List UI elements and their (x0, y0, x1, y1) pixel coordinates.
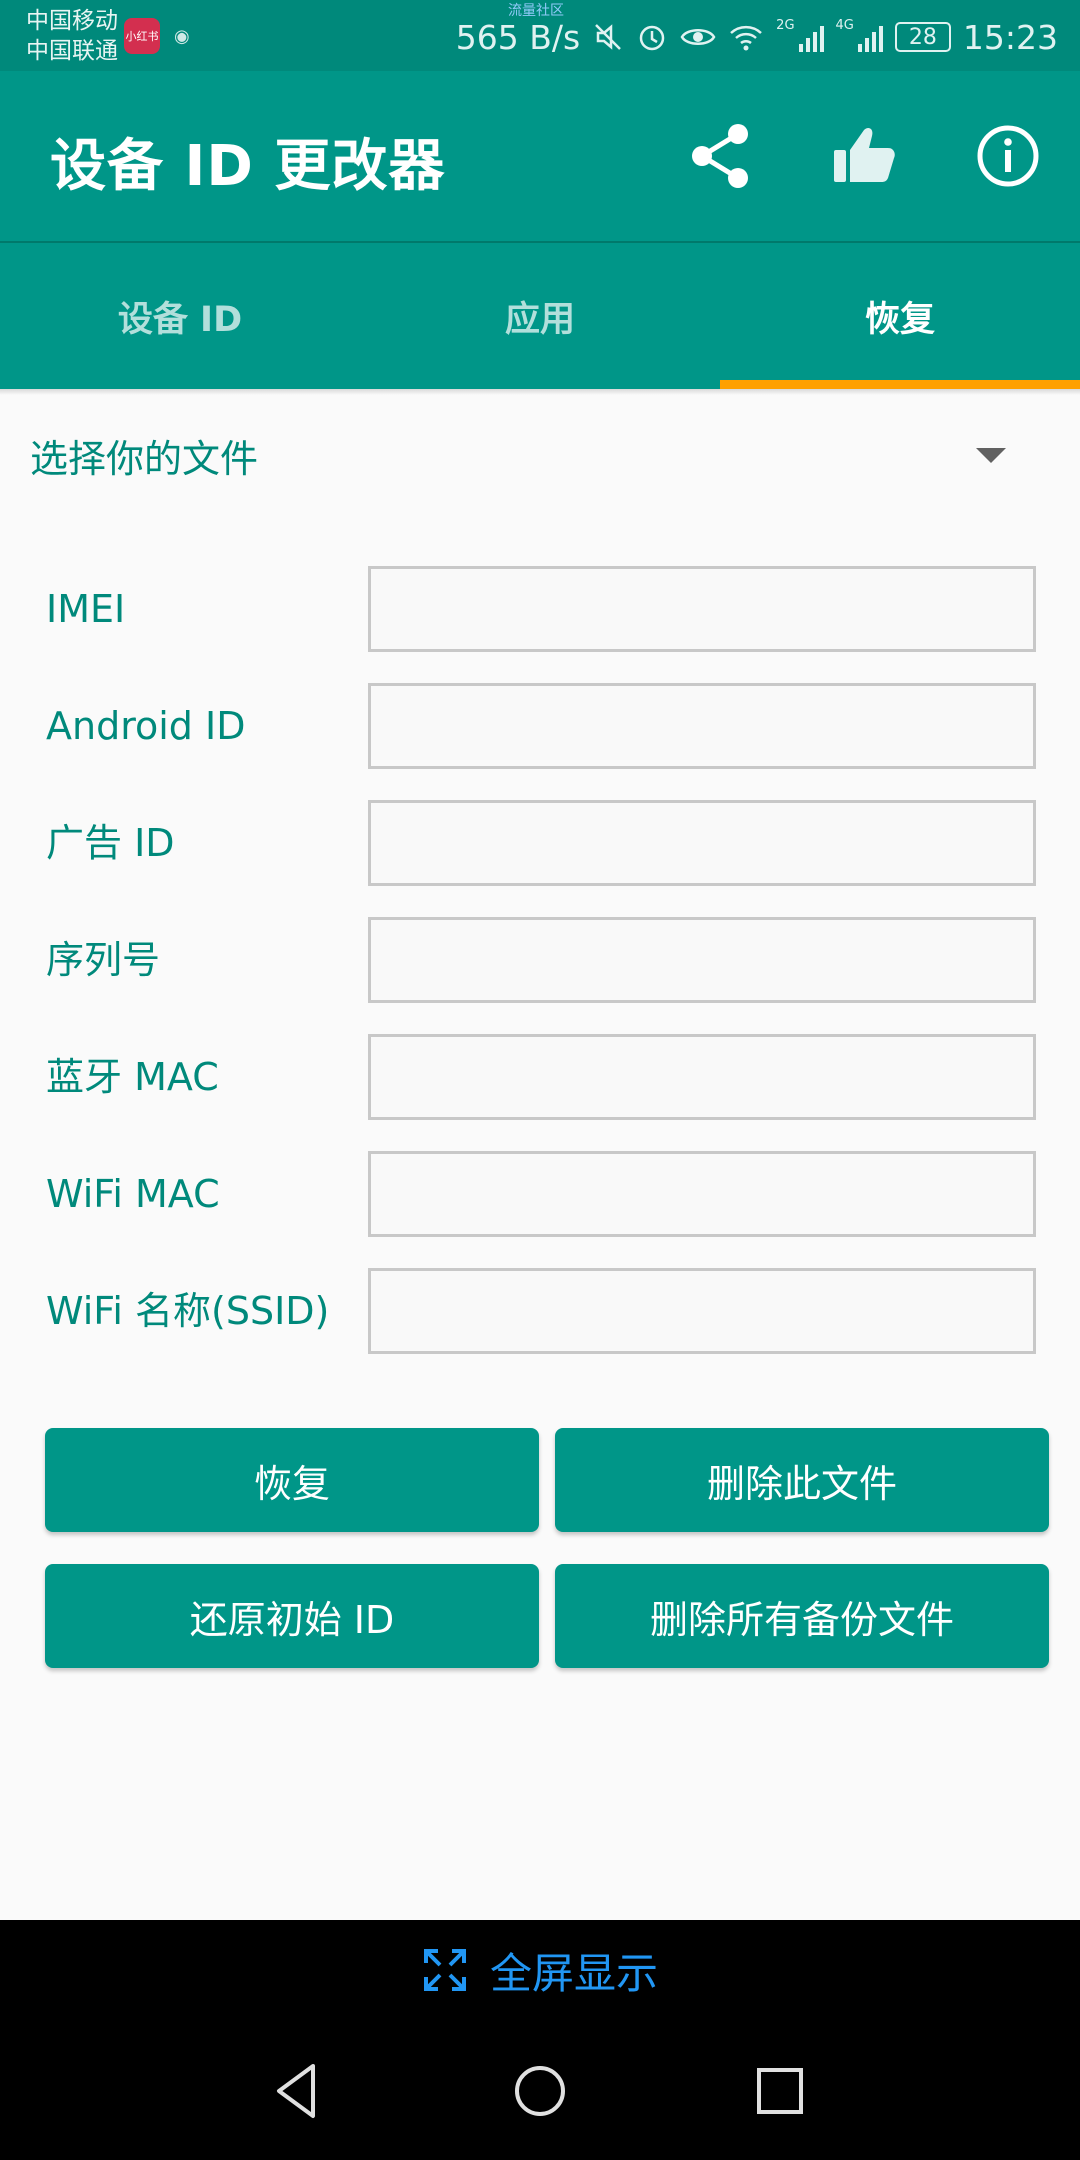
network-2g-label: 2G (776, 18, 795, 33)
ad-id-label: 广告 ID (46, 821, 175, 865)
clock: 15:23 (962, 17, 1058, 57)
expand-icon (423, 1949, 466, 1991)
delete-all-backups-button[interactable]: 删除所有备份文件 (555, 1564, 1049, 1668)
wifi-icon (730, 25, 763, 51)
share-icon[interactable] (680, 116, 760, 196)
info-icon[interactable] (968, 116, 1048, 196)
app-title: 设备 ID 更改器 (50, 134, 446, 199)
carrier-2: 中国联通 (26, 38, 118, 64)
carrier-info: 中国移动 中国联通 (26, 6, 118, 66)
signal-strength-icon-2 (857, 22, 883, 52)
carrier-1: 中国移动 (26, 8, 118, 34)
mute-icon (595, 24, 622, 50)
delete-file-button[interactable]: 删除此文件 (555, 1428, 1049, 1532)
restore-button[interactable]: 恢复 (45, 1428, 539, 1532)
recents-icon[interactable] (745, 2056, 815, 2126)
serial-input[interactable] (368, 917, 1036, 1003)
file-select-dropdown[interactable]: 选择你的文件 (30, 420, 1030, 490)
alarm-icon (639, 25, 665, 51)
field-row-serial: 序列号 (46, 917, 1036, 1003)
navigation-bar (0, 2020, 1080, 2160)
tab-apps[interactable]: 应用 (360, 243, 720, 389)
field-row-bluetooth-mac: 蓝牙 MAC (46, 1034, 1036, 1120)
home-icon[interactable] (505, 2056, 575, 2126)
eye-comfort-icon: ◉ (174, 26, 190, 47)
field-row-imei: IMEI (46, 566, 1036, 652)
network-4g-label: 4G (835, 18, 854, 33)
thumbs-up-icon[interactable] (824, 116, 904, 196)
wifi-mac-input[interactable] (368, 1151, 1036, 1237)
fullscreen-bar[interactable]: 全屏显示 (0, 1920, 1080, 2020)
android-id-label: Android ID (46, 704, 246, 748)
back-icon[interactable] (265, 2056, 335, 2126)
dropdown-arrow-icon (976, 447, 1006, 463)
app-bar: 设备 ID 更改器 (0, 71, 1080, 241)
tab-shadow (0, 389, 1080, 395)
bluetooth-mac-label: 蓝牙 MAC (46, 1055, 219, 1099)
battery-icon: 28 (894, 22, 951, 52)
ad-id-input[interactable] (368, 800, 1036, 886)
field-row-android-id: Android ID (46, 683, 1036, 769)
eye-icon (680, 29, 716, 45)
bluetooth-mac-input[interactable] (368, 1034, 1036, 1120)
imei-input[interactable] (368, 566, 1036, 652)
signal-strength-icon (798, 22, 824, 52)
wifi-ssid-label: WiFi 名称(SSID) (46, 1289, 330, 1333)
field-row-wifi-ssid: WiFi 名称(SSID) (46, 1268, 1036, 1354)
wifi-mac-label: WiFi MAC (46, 1172, 220, 1216)
status-bar: 中国移动 中国联通 小红书 ◉ 流量社区 565 B/s 2G 4G 28 15… (0, 0, 1080, 71)
file-select-label: 选择你的文件 (30, 436, 259, 481)
status-indicators: 565 B/s 2G 4G 28 15:23 (456, 12, 1058, 62)
reset-original-id-button[interactable]: 还原初始 ID (45, 1564, 539, 1668)
serial-label: 序列号 (46, 938, 161, 982)
tab-bar: 设备 ID 应用 恢复 (0, 241, 1080, 389)
field-row-wifi-mac: WiFi MAC (46, 1151, 1036, 1237)
tab-device-id[interactable]: 设备 ID (0, 243, 360, 389)
xiaohongshu-notification-icon: 小红书 (124, 18, 160, 54)
network-speed: 565 B/s (455, 17, 581, 57)
android-id-input[interactable] (368, 683, 1036, 769)
fullscreen-label: 全屏显示 (489, 1948, 658, 1998)
tab-restore[interactable]: 恢复 (720, 243, 1080, 389)
imei-label: IMEI (46, 587, 126, 631)
field-row-ad-id: 广告 ID (46, 800, 1036, 886)
wifi-ssid-input[interactable] (368, 1268, 1036, 1354)
